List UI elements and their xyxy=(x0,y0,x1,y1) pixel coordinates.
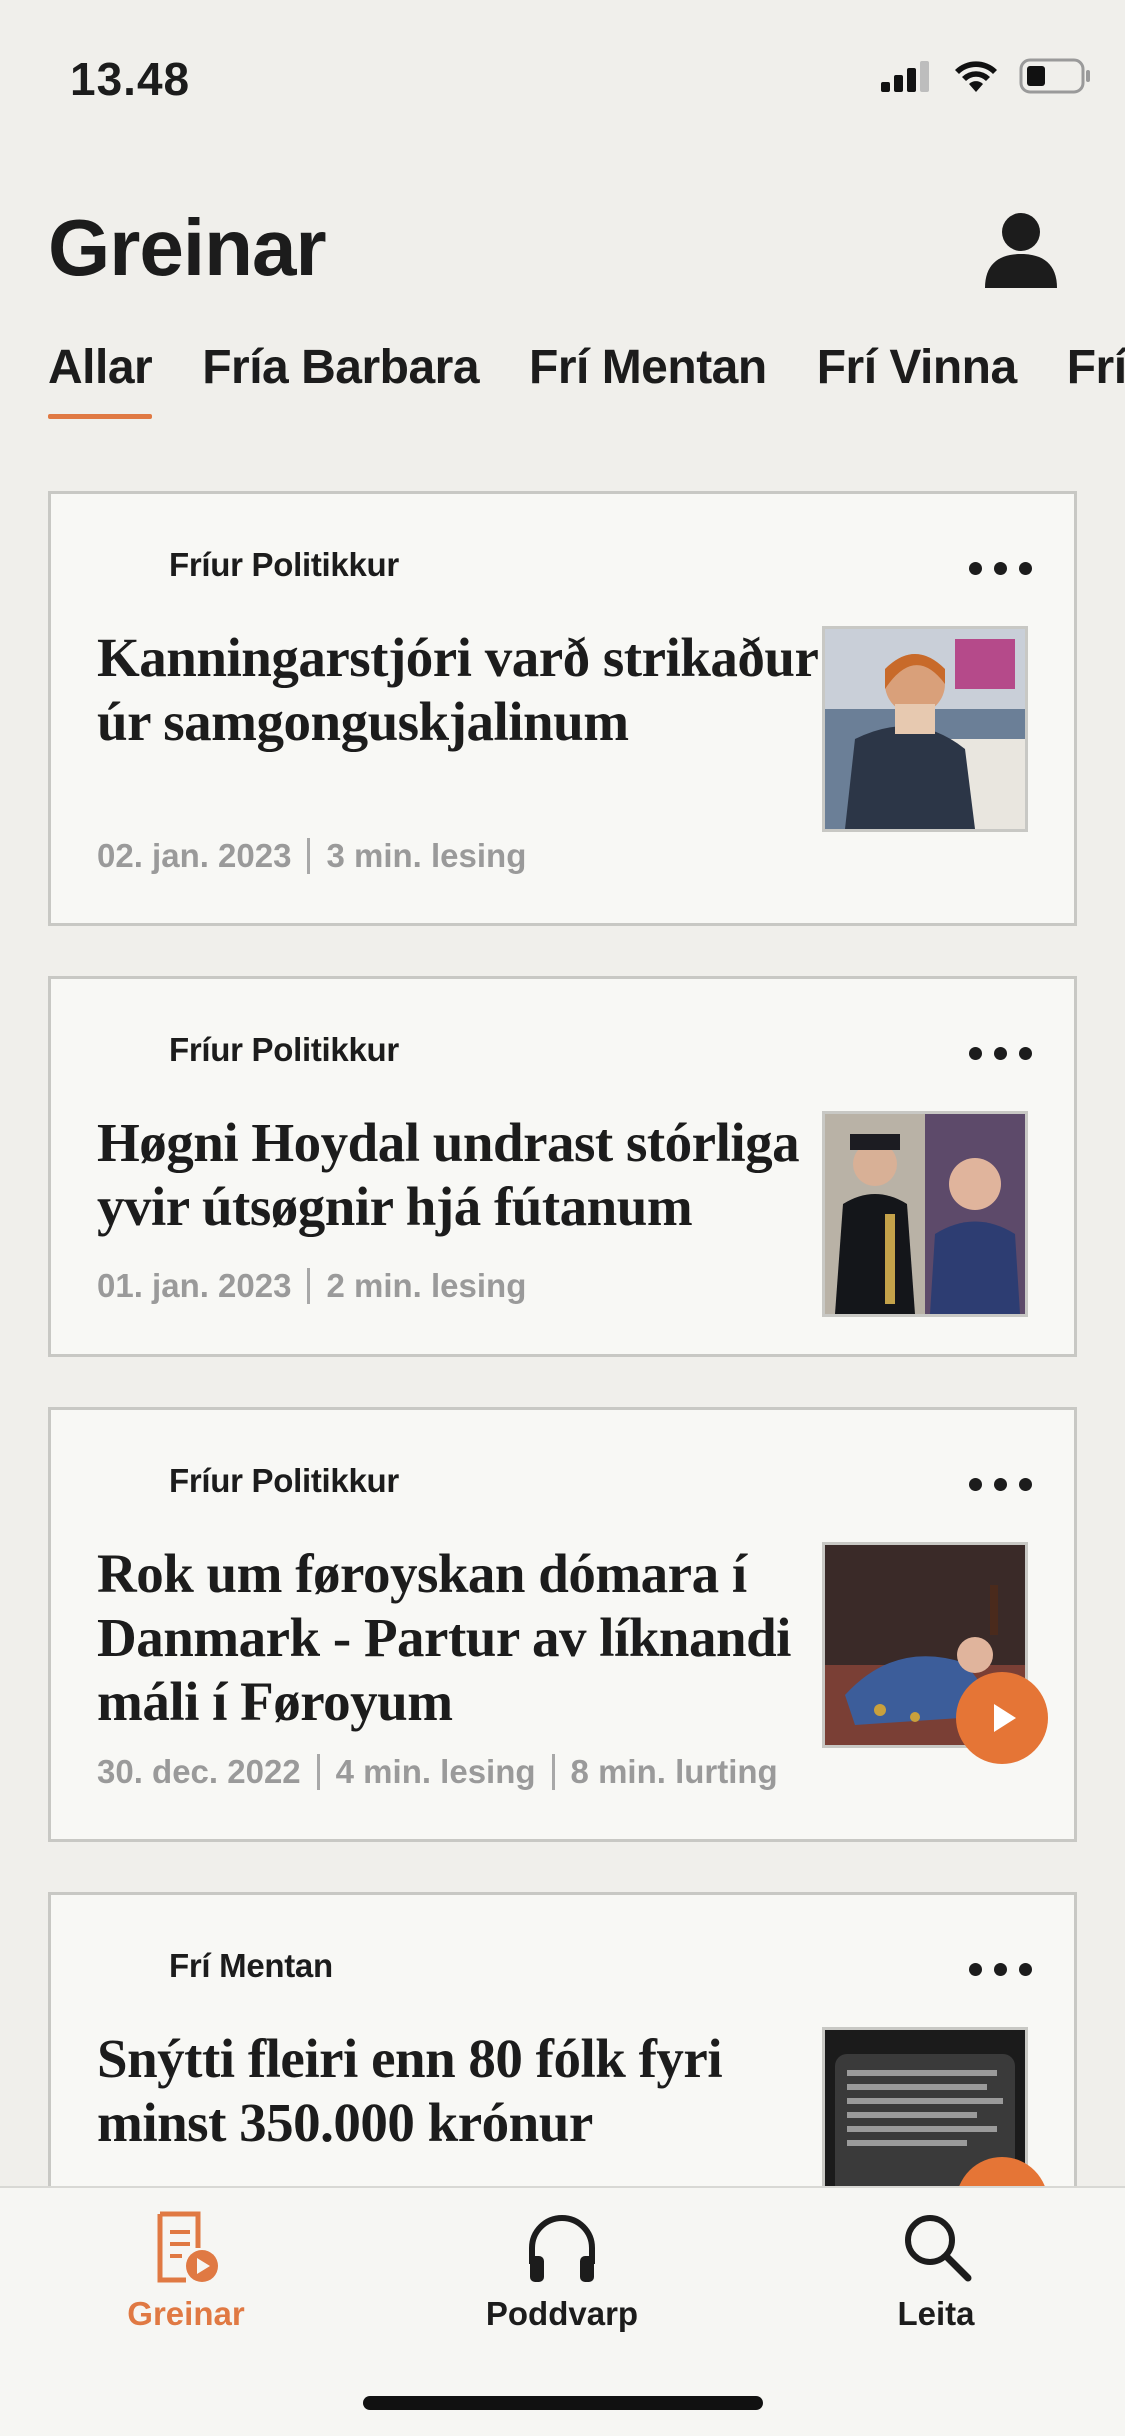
tab-fri-mentan[interactable]: Frí Mentan xyxy=(529,340,767,419)
article-listen-time: 8 min. lurting xyxy=(570,1753,778,1790)
headphones-icon xyxy=(529,2215,595,2282)
articles-icon xyxy=(157,2211,218,2283)
play-icon xyxy=(994,1704,1016,1732)
article-read-time: 3 min. lesing xyxy=(326,837,527,874)
article-title: Kanningarstjóri varð strikaður úr samgon… xyxy=(97,627,818,752)
nav-label: Greinar xyxy=(127,2295,245,2332)
status-icons xyxy=(881,58,1091,94)
nav-leita[interactable]: Leita xyxy=(816,2208,1056,2333)
wifi-icon xyxy=(955,61,997,92)
nav-label: Poddvarp xyxy=(485,2295,639,2332)
article-title: Høgni Hoydal undrast stórliga yvir útsøg… xyxy=(97,1112,800,1237)
article-meta: 30. dec. 2022 4 min. lesing 8 min. lurti… xyxy=(97,1753,778,1791)
article-thumbnail xyxy=(822,626,1028,832)
status-bar: 13.48 xyxy=(0,0,1125,150)
article-date: 01. jan. 2023 xyxy=(97,1267,292,1304)
article-title: Rok um føroyskan dómara í Danmark - Part… xyxy=(97,1543,791,1732)
article-title: Snýtti fleiri enn 80 fólk fyri minst 350… xyxy=(97,2028,723,2153)
article-card[interactable]: Fríur Politikkur Høgni Hoydal undrast st… xyxy=(48,976,1077,1357)
article-date: 02. jan. 2023 xyxy=(97,837,292,874)
more-options-icon[interactable] xyxy=(969,562,1032,575)
article-card[interactable]: Fríur Politikkur Kanningarstjóri varð st… xyxy=(48,491,1077,926)
cellular-signal-icon xyxy=(881,61,929,92)
article-list: Fríur Politikkur Kanningarstjóri varð st… xyxy=(48,491,1077,2252)
tab-fria-barbara[interactable]: Fría Barbara xyxy=(202,340,479,419)
article-category: Frí Mentan xyxy=(169,1947,333,1984)
article-date: 30. dec. 2022 xyxy=(97,1753,301,1790)
article-category: Fríur Politikkur xyxy=(169,546,399,583)
article-card[interactable]: Fríur Politikkur Rok um føroyskan dómara… xyxy=(48,1407,1077,1842)
tab-fri-vinna[interactable]: Frí Vinna xyxy=(817,340,1018,419)
more-options-icon[interactable] xyxy=(969,1047,1032,1060)
profile-icon[interactable] xyxy=(981,210,1061,290)
category-tabs: Allar Fría Barbara Frí Mentan Frí Vinna … xyxy=(48,340,1125,419)
tab-fri-more[interactable]: Frí xyxy=(1067,340,1125,419)
home-indicator[interactable] xyxy=(363,2396,763,2410)
nav-label: Leita xyxy=(897,2295,975,2332)
tab-allar[interactable]: Allar xyxy=(48,340,153,419)
article-meta: 02. jan. 2023 3 min. lesing xyxy=(97,837,526,875)
article-meta: 01. jan. 2023 2 min. lesing xyxy=(97,1267,526,1305)
play-audio-button[interactable] xyxy=(956,1672,1048,1764)
battery-icon xyxy=(1019,58,1090,94)
status-time: 13.48 xyxy=(70,53,191,105)
more-options-icon[interactable] xyxy=(969,1963,1032,1976)
nav-greinar[interactable]: Greinar xyxy=(66,2208,306,2333)
article-read-time: 2 min. lesing xyxy=(326,1267,527,1304)
article-thumbnail xyxy=(822,1111,1028,1317)
search-icon xyxy=(905,2215,972,2282)
article-category: Fríur Politikkur xyxy=(169,1462,399,1499)
more-options-icon[interactable] xyxy=(969,1478,1032,1491)
page-title: Greinar xyxy=(48,203,327,292)
article-card[interactable]: Frí Mentan Snýtti fleiri enn 80 fólk fyr… xyxy=(48,1892,1077,2249)
article-category: Fríur Politikkur xyxy=(169,1031,399,1068)
nav-poddvarp[interactable]: Poddvarp xyxy=(442,2208,682,2333)
article-read-time: 4 min. lesing xyxy=(335,1753,536,1790)
